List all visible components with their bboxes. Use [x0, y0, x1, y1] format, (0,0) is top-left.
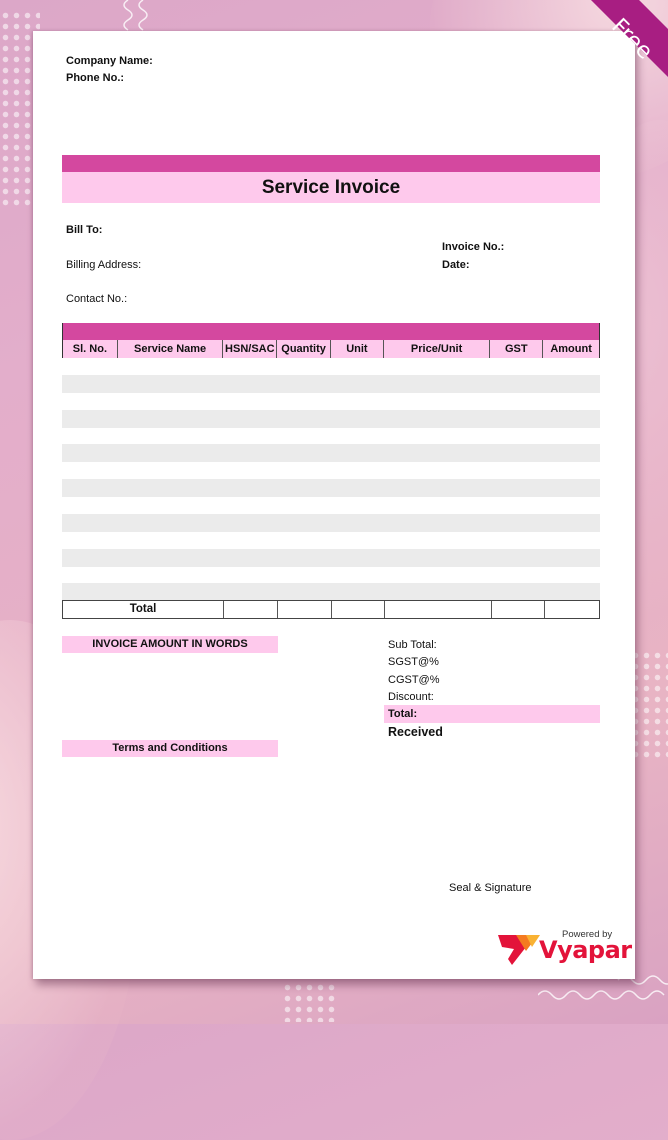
table-row	[62, 375, 600, 393]
table-row	[62, 583, 600, 602]
column-header: GST	[490, 340, 544, 358]
table-row	[62, 479, 600, 498]
invoice-no-label: Invoice No.:	[442, 241, 505, 253]
amount-in-words-label: INVOICE AMOUNT IN WORDS	[62, 636, 278, 653]
table-row	[62, 409, 600, 428]
total-cell	[492, 601, 545, 618]
background-dots	[282, 982, 337, 1022]
terms-conditions-label: Terms and Conditions	[62, 740, 278, 757]
total-cell	[278, 601, 332, 618]
total-cell	[224, 601, 278, 618]
cgst-label: CGST@%	[388, 674, 440, 686]
column-header: Amount	[543, 340, 599, 358]
table-row	[62, 548, 600, 567]
invoice-page: Company Name: Phone No.: Service Invoice…	[33, 31, 635, 979]
billing-address-label: Billing Address:	[66, 259, 142, 271]
received-label: Received	[388, 725, 443, 739]
table-header: Sl. No. Service Name HSN/SAC Quantity Un…	[62, 340, 600, 358]
total-cell	[385, 601, 492, 618]
table-row	[62, 513, 600, 532]
total-cell	[545, 601, 598, 618]
discount-label: Discount:	[388, 691, 434, 703]
column-header: Unit	[331, 340, 384, 358]
date-label: Date:	[442, 259, 470, 271]
background-dots	[630, 650, 668, 760]
brand-name: Vyapar	[539, 936, 632, 964]
total-cell	[332, 601, 385, 618]
table-accent-bar	[62, 323, 600, 340]
sub-total-label: Sub Total:	[388, 639, 437, 651]
contact-label: Contact No.:	[66, 293, 128, 305]
column-header: Service Name	[117, 340, 224, 358]
total-row-label: Total	[63, 601, 224, 618]
table-row	[62, 444, 600, 463]
column-header: HSN/SAC	[223, 340, 278, 358]
column-header: Quantity	[277, 340, 331, 358]
column-header: Price/Unit	[383, 340, 491, 358]
sgst-label: SGST@%	[388, 656, 439, 668]
free-ribbon: Free	[538, 0, 668, 130]
vyapar-logo-icon	[498, 935, 540, 965]
seal-signature-label: Seal & Signature	[449, 882, 532, 894]
invoice-title: Service Invoice	[261, 177, 401, 198]
summary-total-label: Total:	[388, 708, 418, 720]
background-squiggle	[538, 975, 668, 1000]
background-squiggle	[123, 0, 148, 31]
phone-label: Phone No.:	[66, 72, 125, 84]
bill-to-label: Bill To:	[66, 224, 103, 236]
title-accent-bar	[62, 155, 600, 172]
column-header: Sl. No.	[63, 340, 118, 358]
company-name-label: Company Name:	[66, 55, 153, 67]
table-total-row: Total	[62, 600, 600, 619]
